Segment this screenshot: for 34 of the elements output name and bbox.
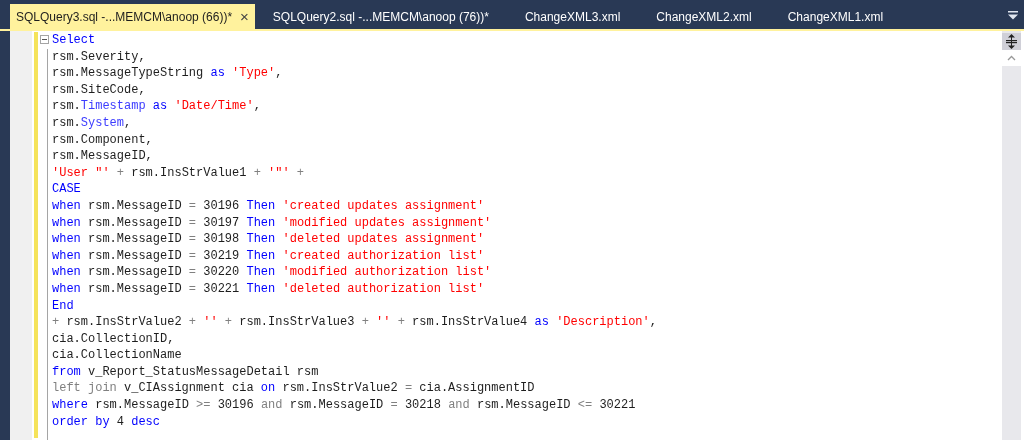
code-line: where rsm.MessageID >= 30196 and rsm.MessageID = 30218 and rsm.MessageID <= 30221 [52,398,636,413]
code-line: when rsm.MessageID = 30219 Then 'created authorization list' [52,248,485,263]
code-line: rsm.Severity, [52,49,146,64]
code-line: End [52,298,74,313]
document-tab[interactable]: ChangeXML2.xml [638,4,770,29]
code-line: when rsm.MessageID = 30221 Then 'deleted authorization list' [52,281,485,296]
scrollbar[interactable] [1002,31,1021,440]
collapse-icon[interactable] [40,35,49,44]
code-line: 'User "' + rsm.InsStrValue1 + '"' + [52,165,305,180]
code-line: CASE [52,182,81,197]
document-tab[interactable]: ChangeXML1.xml [769,4,902,29]
code-line: left join v_CIAssignment cia on rsm.InsStrValue2 = cia.AssignmentID [52,381,535,396]
code-line: when rsm.MessageID = 30198 Then 'deleted updates assignment' [52,232,485,247]
code-line: + rsm.InsStrValue2 + '' + rsm.InsStrValue3 + '' + rsm.InsStrValue4 as 'Description', [52,315,657,330]
document-tab[interactable]: SQLQuery3.sql -...MEMCM\anoop (66))* × [10,4,255,29]
code-line: when rsm.MessageID = 30197 Then 'modified updates assignment' [52,215,492,230]
code-line: order by 4 desc [52,414,161,429]
split-icon[interactable] [1002,33,1021,50]
code-line: from v_Report_StatusMessageDetail rsm [52,364,319,379]
document-tab[interactable]: SQLQuery2.sql -...MEMCM\anoop (76))* [254,4,507,29]
code-line: rsm.Component, [52,132,153,147]
close-button[interactable]: × [240,9,249,24]
code-line: cia.CollectionName [52,348,182,363]
code-line: rsm.MessageID, [52,149,153,164]
code-line: cia.CollectionID, [52,331,175,346]
document-tab[interactable]: ChangeXML3.xml [506,4,639,29]
code-line: Select [52,33,96,47]
code-line: rsm.Timestamp as 'Date/Time', [52,99,261,114]
dropdown-icon[interactable] [1008,11,1018,20]
code-line: when rsm.MessageID = 30220 Then 'modified authorization list' [52,265,492,280]
code-line: rsm.SiteCode, [52,82,146,97]
code-line: rsm.MessageTypeString as 'Type', [52,66,283,81]
code-line: when rsm.MessageID = 30196 Then 'created updates assignment' [52,198,485,213]
code-line: rsm.System, [52,115,132,130]
